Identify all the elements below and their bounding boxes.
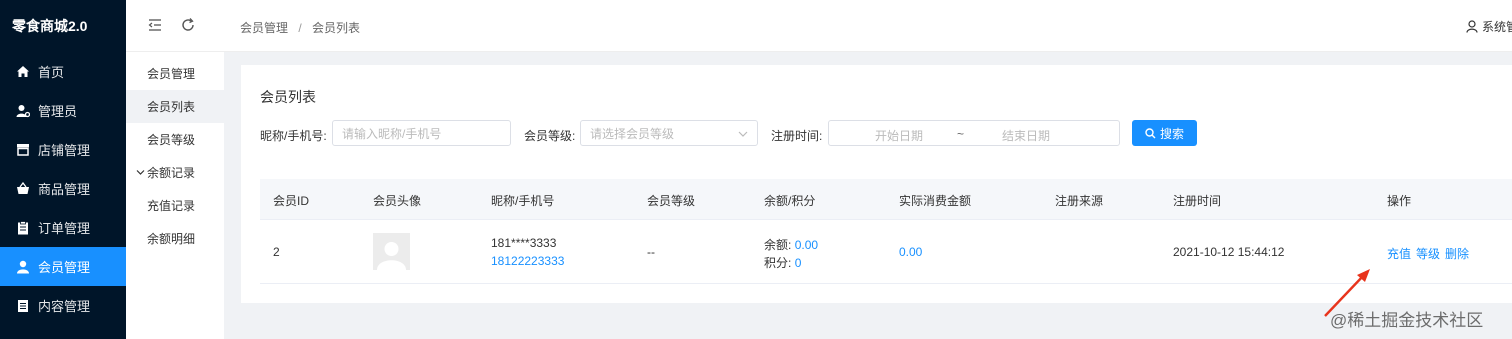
- top-header: 会员管理 / 会员列表 系统管: [126, 0, 1512, 52]
- subnav-label: 余额明细: [147, 232, 196, 246]
- column-header: 余额/积分: [764, 194, 816, 208]
- subnav-label: 会员列表: [147, 100, 196, 114]
- column-header: 实际消费金额: [899, 194, 972, 208]
- subnav-label: 充值记录: [147, 199, 196, 213]
- subnav-item-member-manage[interactable]: 会员管理: [126, 57, 224, 90]
- member-nickname: 181****3333: [491, 236, 557, 250]
- menu-label: 首页: [38, 65, 65, 80]
- column-header: 操作: [1387, 194, 1412, 208]
- subnav-item-member-list[interactable]: 会员列表: [126, 90, 224, 123]
- register-time: 2021-10-12 15:44:12: [1173, 245, 1285, 259]
- breadcrumb: 会员管理 / 会员列表: [240, 19, 360, 36]
- spent-amount-link[interactable]: 0.00: [899, 245, 922, 259]
- app-title: 零食商城2.0: [12, 18, 88, 34]
- subnav-label: 余额记录: [147, 166, 196, 180]
- subnav-item-balance-records[interactable]: 余额记录: [126, 156, 224, 189]
- collapse-menu-icon[interactable]: [148, 18, 162, 35]
- store-icon: [16, 143, 30, 157]
- date-range-separator: ~: [957, 127, 965, 141]
- menu-item-content[interactable]: 内容管理: [0, 286, 126, 325]
- column-header: 会员等级: [647, 194, 696, 208]
- select-placeholder: 请选择会员等级: [590, 126, 675, 141]
- chevron-down-icon: [136, 166, 145, 180]
- clipboard-icon: [16, 220, 30, 235]
- balance-label: 余额:: [764, 238, 792, 252]
- menu-item-products[interactable]: 商品管理: [0, 169, 126, 208]
- sub-navigation: 会员管理 会员列表 会员等级 余额记录 充值记录 余额明细: [126, 52, 224, 339]
- start-date-input[interactable]: 开始日期: [875, 127, 923, 144]
- subnav-label: 会员管理: [147, 67, 196, 81]
- nickname-filter-label: 昵称/手机号:: [260, 129, 327, 143]
- column-header: 注册时间: [1173, 194, 1222, 208]
- menu-item-orders[interactable]: 订单管理: [0, 208, 126, 247]
- menu-label: 店铺管理: [38, 143, 91, 158]
- menu-label: 管理员: [38, 104, 78, 119]
- user-name: 系统管: [1482, 20, 1512, 34]
- home-icon: [16, 65, 30, 79]
- balance-value-link[interactable]: 0.00: [795, 238, 818, 252]
- menu-item-store[interactable]: 店铺管理: [0, 130, 126, 169]
- menu-label: 内容管理: [38, 299, 91, 314]
- search-button-label: 搜索: [1159, 126, 1184, 141]
- sidebar: 零食商城2.0 首页 管理员 店铺管理 商品管理 订单管理 会员管理 内容管理: [0, 0, 126, 339]
- basket-icon: [16, 182, 30, 196]
- subnav-item-balance-details[interactable]: 余额明细: [126, 222, 224, 255]
- column-header: 昵称/手机号: [491, 194, 555, 208]
- menu-item-members[interactable]: 会员管理: [0, 247, 126, 286]
- level-action[interactable]: 等级: [1416, 245, 1440, 262]
- subnav-item-recharge-records[interactable]: 充值记录: [126, 189, 224, 222]
- member-level: --: [647, 245, 655, 259]
- subnav-label: 会员等级: [147, 133, 196, 147]
- menu-label: 商品管理: [38, 182, 91, 197]
- regtime-filter-label: 注册时间:: [771, 129, 823, 143]
- subnav-item-member-level[interactable]: 会员等级: [126, 123, 224, 156]
- input-placeholder: 请输入昵称/手机号: [342, 126, 442, 141]
- user-icon: [16, 260, 30, 274]
- user-outline-icon: [1466, 20, 1478, 33]
- points-label: 积分:: [764, 256, 792, 270]
- date-range-picker[interactable]: 开始日期 ~ 结束日期: [828, 120, 1120, 146]
- member-avatar: [373, 233, 410, 270]
- level-select[interactable]: 请选择会员等级: [580, 120, 758, 146]
- menu-label: 会员管理: [38, 260, 91, 275]
- menu-label: 订单管理: [38, 221, 91, 236]
- delete-action[interactable]: 删除: [1445, 245, 1469, 262]
- page-title: 会员列表: [260, 89, 316, 105]
- column-header: 注册来源: [1055, 194, 1104, 208]
- member-id: 2: [273, 245, 280, 259]
- nickname-search-input[interactable]: 请输入昵称/手机号: [332, 120, 511, 146]
- document-icon: [16, 299, 30, 313]
- avatar-placeholder-icon: [377, 242, 406, 270]
- level-filter-label: 会员等级:: [524, 129, 576, 143]
- member-phone-link[interactable]: 18122223333: [491, 254, 564, 268]
- points-value-link[interactable]: 0: [795, 256, 802, 270]
- menu-item-admin[interactable]: 管理员: [0, 91, 126, 130]
- recharge-action[interactable]: 充值: [1387, 245, 1411, 262]
- refresh-icon[interactable]: [181, 18, 195, 35]
- chevron-down-icon: [738, 128, 748, 142]
- user-menu[interactable]: 系统管: [1466, 18, 1512, 35]
- end-date-input[interactable]: 结束日期: [1002, 127, 1050, 144]
- breadcrumb-item[interactable]: 会员管理: [240, 21, 288, 35]
- admin-user-icon: [16, 104, 30, 118]
- menu-item-home[interactable]: 首页: [0, 52, 126, 91]
- watermark: @稀土掘金技术社区: [1330, 311, 1484, 330]
- breadcrumb-current: 会员列表: [312, 21, 361, 35]
- search-icon: [1145, 127, 1156, 139]
- column-header: 会员ID: [273, 194, 310, 208]
- column-header: 会员头像: [373, 194, 422, 208]
- breadcrumb-separator: /: [298, 21, 302, 35]
- search-button[interactable]: 搜索: [1132, 120, 1197, 146]
- table-header: 会员ID 会员头像 昵称/手机号 会员等级 余额/积分 实际消费金额 注册来源 …: [260, 179, 1512, 220]
